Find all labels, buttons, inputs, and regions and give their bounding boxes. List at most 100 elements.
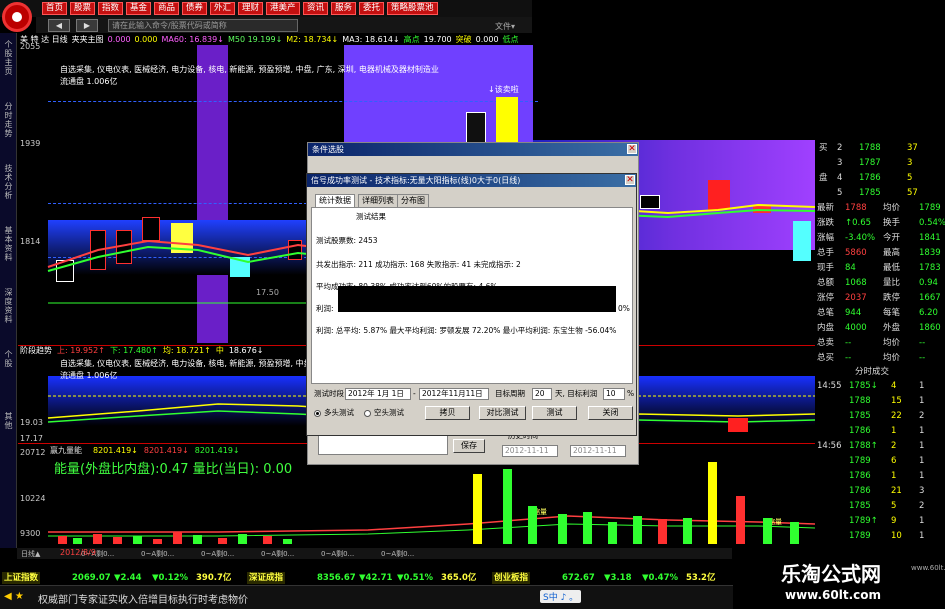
menu-item[interactable]: 债券: [182, 2, 208, 15]
index-amount: 365.0亿: [441, 573, 477, 583]
volume-bar: [218, 538, 227, 544]
stat-value: --: [845, 338, 852, 348]
menu-item[interactable]: 资讯: [303, 2, 329, 15]
level-price: 1786: [859, 173, 881, 183]
close-icon[interactable]: ✕: [627, 144, 637, 154]
condition-field[interactable]: [318, 435, 448, 455]
start-date-input[interactable]: 2012-11-11: [502, 445, 558, 457]
menu-item[interactable]: 商品: [154, 2, 180, 15]
sidebar-item[interactable]: 个股主页: [1, 40, 16, 76]
menu-item[interactable]: 指数: [98, 2, 124, 15]
start-date-picker[interactable]: 2012年 1月 1日: [345, 388, 411, 400]
close-icon[interactable]: ✕: [625, 175, 635, 185]
index-change: ▼3.18: [604, 573, 632, 583]
candle: [728, 418, 748, 432]
menu-item[interactable]: 首页: [42, 2, 68, 15]
quote-row: 最新 1788 均价 1789: [815, 202, 945, 214]
menu-item[interactable]: 策略股票池: [387, 2, 438, 15]
stat-value: 1841: [919, 233, 941, 243]
stat-value: 2037: [845, 293, 867, 303]
brand-title: 乐淘公式网: [781, 562, 881, 586]
quote-row: 5 1785 57: [815, 187, 945, 199]
sidebar-item[interactable]: 基本资料: [1, 226, 16, 262]
bottom-tab[interactable]: 0~A剩0...: [381, 549, 414, 559]
tick-count: 1: [919, 426, 925, 436]
bottom-tabs: 日线▲ 0~A剩0... 0~A剩0... 0~A剩0... 0~A剩0... 0~A剩0…: [17, 548, 732, 559]
book-label: 盘: [819, 173, 828, 183]
target-period-label: 目标周期: [495, 389, 525, 398]
sidebar-item[interactable]: 技术分析: [1, 164, 16, 200]
tick-volume: 10: [891, 531, 902, 541]
ticker-arrow-icon[interactable]: ◀ ★: [4, 591, 24, 602]
legend-item: 高点: [403, 35, 420, 44]
legend-item: 均: 18.721↑: [162, 346, 211, 355]
menu-item[interactable]: 基金: [126, 2, 152, 15]
end-date-input[interactable]: 2012-11-11: [570, 445, 626, 457]
result-line: 利润: 总平均: 5.87% 最大平均利润: 罗顿发展 72.20% 最小平均利…: [316, 326, 617, 335]
stat-value: 5860: [845, 248, 867, 258]
radio-long[interactable]: [314, 410, 321, 417]
sidebar-item[interactable]: 其他: [1, 412, 16, 430]
copy-button[interactable]: 拷贝: [425, 406, 470, 420]
close-button[interactable]: 关闭: [588, 406, 633, 420]
quote-row: 总手 5860 最高 1839: [815, 247, 945, 259]
quote-row: 涨跌 ↑0.65 换手 0.54%: [815, 217, 945, 229]
stat-value: --: [919, 338, 926, 348]
volume-bar: [763, 518, 772, 544]
bottom-tab[interactable]: 0~A剩0...: [201, 549, 234, 559]
compare-test-button[interactable]: 对比测试: [479, 406, 526, 420]
menu-item[interactable]: 股票: [70, 2, 96, 15]
menu-item[interactable]: 港美产: [266, 2, 300, 15]
volume-bar: [558, 514, 567, 544]
ticker-text[interactable]: 权威部门专家证实收入倍增目标执行时考虑物价: [38, 591, 248, 606]
sidebar-item[interactable]: 个股: [1, 350, 16, 368]
bottom-tab[interactable]: 日线▲: [21, 549, 40, 559]
menu-item[interactable]: 理财: [238, 2, 264, 15]
target-period-input[interactable]: 20: [532, 388, 552, 400]
bottom-tab[interactable]: 0~A剩0...: [141, 549, 174, 559]
menu-item[interactable]: 外汇: [210, 2, 236, 15]
stat-label: 涨停: [817, 293, 835, 303]
price-label: 17.17: [20, 434, 43, 443]
target-profit-input[interactable]: 10: [603, 388, 625, 400]
stat-label: 涨幅: [817, 233, 835, 243]
file-menu[interactable]: 文件▾: [495, 21, 515, 32]
ime-indicator[interactable]: S中 ♪ 。: [540, 590, 582, 603]
level-volume: 37: [907, 143, 918, 153]
price-label: 2055: [20, 42, 41, 51]
forward-button[interactable]: ▶: [76, 19, 98, 32]
volume-bar: [113, 537, 122, 544]
index-name[interactable]: 深证成指: [247, 572, 286, 584]
tick-price: 1788: [849, 396, 871, 406]
back-button[interactable]: ◀: [48, 19, 70, 32]
tab-distribution[interactable]: 分布图: [397, 194, 429, 207]
volume-bar: [173, 532, 182, 544]
save-button[interactable]: 保存: [453, 439, 485, 453]
menu-item[interactable]: 委托: [359, 2, 385, 15]
tab-detail-list[interactable]: 详细列表: [358, 194, 398, 207]
end-date-picker[interactable]: 2012年11月11日: [419, 388, 489, 400]
radio-short[interactable]: [364, 410, 371, 417]
index-name[interactable]: 创业板指: [492, 572, 531, 584]
index-name[interactable]: 上证指数: [2, 572, 41, 584]
bottom-tab[interactable]: 0~A剩0...: [321, 549, 354, 559]
command-input[interactable]: 请在此输入命令/股票代码或简称: [108, 19, 298, 32]
stat-value: 1788: [845, 203, 867, 213]
tick-price: 1785↓: [849, 381, 878, 391]
quote-row: 1785 22 2: [815, 410, 945, 422]
stat-label: 均价: [883, 353, 901, 363]
test-button[interactable]: 测试: [532, 406, 577, 420]
index-change: ▼2.44: [114, 573, 142, 583]
volume-bar: [658, 519, 667, 544]
news-ticker: ◀ ★ 权威部门专家证实收入倍增目标执行时考虑物价 S中 ♪ 。: [0, 585, 733, 609]
bottom-tab[interactable]: 0~A剩0...: [261, 549, 294, 559]
index-percent: ▼0.12%: [152, 573, 189, 583]
brand-url: www.60lt.com: [785, 588, 882, 602]
sidebar-item[interactable]: 分时走势: [1, 102, 16, 138]
menu-item[interactable]: 服务: [331, 2, 357, 15]
tick-count: 1: [919, 396, 925, 406]
tick-volume: 15: [891, 396, 902, 406]
stat-label: 总卖: [817, 338, 835, 348]
tab-statistics[interactable]: 统计数据: [315, 194, 355, 207]
sidebar-item[interactable]: 深度资料: [1, 288, 16, 324]
